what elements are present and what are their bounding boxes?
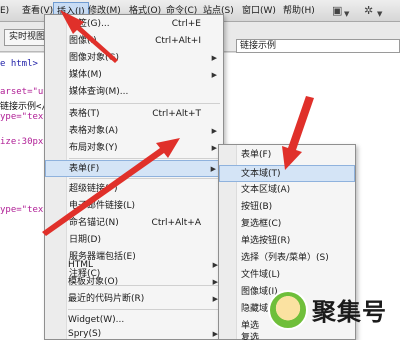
submenu-arrow-icon: ▶ <box>211 144 217 152</box>
menu-item-label: 电子邮件链接(L) <box>69 201 136 211</box>
submenu-arrow-icon: ▶ <box>211 71 217 79</box>
menu-item-label: 文件域(L) <box>241 270 281 280</box>
title-input[interactable]: 链接示例 <box>236 39 400 53</box>
menu-item-label: 布局对象(Y) <box>69 143 118 153</box>
shortcut-label: Ctrl+Alt+T <box>152 109 201 119</box>
submenu-item-file-field[interactable]: 文件域(L) <box>219 267 355 284</box>
code-line: ype="text <box>0 112 49 122</box>
menu-item-layout-objects[interactable]: 布局对象(Y) ▶ <box>45 140 223 157</box>
menu-item-label: 命名锚记(N) <box>69 218 119 228</box>
submenu-item-button[interactable]: 按钮(B) <box>219 199 355 216</box>
menu-item-table-objects[interactable]: 表格对象(A) ▶ <box>45 123 223 140</box>
menu-item-label: 选择（列表/菜单）(S) <box>241 253 329 263</box>
watermark-logo <box>268 290 308 330</box>
code-line: ize:30px; <box>0 137 49 147</box>
shortcut-label: Ctrl+Alt+I <box>155 36 201 46</box>
menu-item-table[interactable]: 表格(T) Ctrl+Alt+T <box>45 106 223 123</box>
menu-item-image[interactable]: 图像(I) Ctrl+Alt+I <box>45 33 223 50</box>
menu-item-label: 日期(D) <box>69 235 101 245</box>
menu-item-label: 媒体查询(M)... <box>69 87 129 97</box>
menu-item-label: 文本域(T) <box>241 169 281 179</box>
submenu-arrow-icon: ▶ <box>210 165 216 173</box>
shortcut-label: Ctrl+E <box>171 19 201 29</box>
menu-item-recent-snippets[interactable]: 最近的代码片断(R) ▶ <box>44 291 224 308</box>
code-line: e html> <box>0 59 38 69</box>
chevron-down-icon[interactable]: ▼ <box>377 7 382 21</box>
menu-item-email-link[interactable]: 电子邮件链接(L) <box>45 198 223 215</box>
menu-item-label: 标签(G)... <box>69 19 110 29</box>
menu-separator <box>69 178 220 179</box>
menu-separator <box>69 103 220 104</box>
menu-item-label: 最近的代码片断(R) <box>68 294 145 304</box>
menu-help[interactable]: 帮助(H) <box>283 5 315 18</box>
code-line: ype="text <box>0 205 49 215</box>
menu-separator <box>69 158 220 159</box>
menu-item-spry[interactable]: Spry(S) ▶ <box>44 326 224 340</box>
menu-item-label: 表格(T) <box>69 109 100 119</box>
menu-item-template-objects[interactable]: 模板对象(O) ▶ <box>44 274 224 291</box>
menu-item-label: 表单(F) <box>69 164 100 174</box>
submenu-arrow-icon: ▶ <box>211 127 217 135</box>
menu-item-label: 模板对象(O) <box>68 277 119 287</box>
submenu-item-checkbox[interactable]: 复选框(C) <box>219 216 355 233</box>
menu-item-label: 表单(F) <box>241 150 272 160</box>
submenu-item-checkbox-group[interactable]: 复选 <box>219 330 355 340</box>
menu-item-label: 按钮(B) <box>241 202 273 212</box>
menu-item-label: 图像对象(G) <box>69 53 119 63</box>
menu-item-label: 复选框(C) <box>241 219 282 229</box>
menu-item-form[interactable]: 表单(F) ▶ <box>45 160 223 177</box>
menu-item-label: 超级链接(P) <box>69 184 118 194</box>
menu-item-media-query[interactable]: 媒体查询(M)... <box>45 84 223 101</box>
submenu-item-select[interactable]: 选择（列表/菜单）(S) <box>219 250 355 267</box>
menu-item-label: 媒体(M) <box>69 70 102 80</box>
layout-icon[interactable]: ▣ <box>332 4 342 18</box>
code-line: arset="ut <box>0 87 49 97</box>
insert-menu-lower: HTML ▶ 模板对象(O) ▶ 最近的代码片断(R) ▶ Widget(W).… <box>44 254 224 340</box>
menu-item-media[interactable]: 媒体(M) ▶ <box>45 67 223 84</box>
chevron-down-icon[interactable]: ▼ <box>344 7 349 21</box>
menu-window[interactable]: 窗口(W) <box>242 5 276 18</box>
code-line: 链接示例</ <box>0 102 47 112</box>
menu-item-date[interactable]: 日期(D) <box>45 232 223 249</box>
menu-item-label: Spry(S) <box>68 329 102 339</box>
submenu-item-text-field[interactable]: 文本域(T) <box>219 165 355 182</box>
submenu-arrow-icon: ▶ <box>211 54 217 62</box>
menu-item-hyperlink[interactable]: 超级链接(P) <box>45 181 223 198</box>
menu-item-tag[interactable]: 标签(G)... Ctrl+E <box>45 16 223 33</box>
gear-icon[interactable]: ✲ <box>364 4 373 18</box>
menu-item-label: HTML <box>68 260 94 270</box>
menu-partial[interactable]: E) <box>0 5 9 18</box>
submenu-item-form[interactable]: 表单(F) <box>219 147 355 164</box>
menu-item-html[interactable]: HTML ▶ <box>44 257 224 274</box>
menu-item-named-anchor[interactable]: 命名锚记(N) Ctrl+Alt+A <box>45 215 223 232</box>
menu-item-label: 单选按钮(R) <box>241 236 291 246</box>
menu-item-label: 表格对象(A) <box>69 126 119 136</box>
menu-item-label: 文本区域(A) <box>241 185 291 195</box>
submenu-item-radio[interactable]: 单选按钮(R) <box>219 233 355 250</box>
menu-item-label: 图像(I) <box>69 36 97 46</box>
menu-item-image-objects[interactable]: 图像对象(G) ▶ <box>45 50 223 67</box>
shortcut-label: Ctrl+Alt+A <box>151 218 201 228</box>
submenu-item-textarea[interactable]: 文本区域(A) <box>219 182 355 199</box>
menu-item-label: 复选 <box>241 333 260 340</box>
watermark-text: 聚集号 <box>312 297 387 326</box>
